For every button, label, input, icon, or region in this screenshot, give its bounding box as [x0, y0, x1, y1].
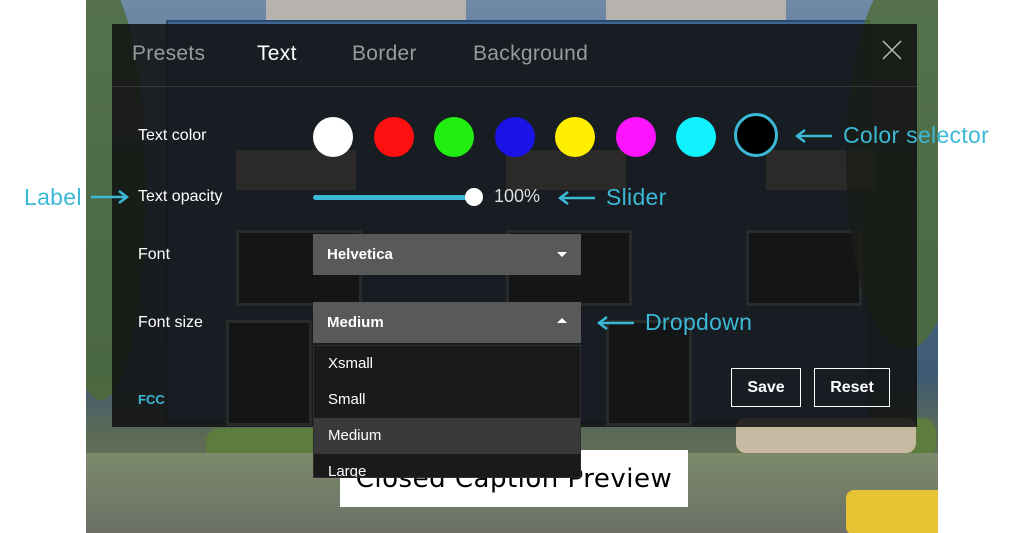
caption-settings-panel: Presets Text Border Background Text colo…: [112, 24, 917, 478]
dropdown-option-large[interactable]: Large: [314, 454, 580, 477]
font-select[interactable]: Helvetica: [313, 234, 581, 275]
color-swatch-cyan[interactable]: [676, 117, 716, 157]
annotation-dropdown: Dropdown: [645, 309, 753, 335]
color-swatch-green[interactable]: [434, 117, 474, 157]
color-swatch-blue[interactable]: [495, 117, 535, 157]
color-swatch-black[interactable]: [734, 113, 778, 157]
font-size-label: Font size: [138, 314, 203, 331]
annotation-label: Label: [24, 184, 82, 210]
opacity-value: 100%: [494, 186, 541, 206]
arrow-left-icon: [596, 316, 634, 330]
tab-text[interactable]: Text: [257, 42, 297, 66]
font-select-value: Helvetica: [327, 246, 393, 263]
opacity-slider-track[interactable]: [313, 195, 473, 200]
text-opacity-label: Text opacity: [138, 188, 223, 205]
font-size-dropdown-list: Xsmall Small Medium Large: [313, 345, 581, 478]
arrow-right-icon: [91, 190, 130, 204]
reset-button[interactable]: Reset: [814, 368, 890, 407]
fcc-link[interactable]: FCC: [138, 392, 165, 407]
color-swatch-red[interactable]: [374, 117, 414, 157]
dropdown-option-small[interactable]: Small: [314, 382, 580, 418]
annotation-slider: Slider: [606, 184, 667, 210]
chevron-up-icon: [557, 318, 567, 323]
chevron-down-icon: [557, 252, 567, 257]
annotation-color-selector: Color selector: [843, 122, 990, 148]
arrow-left-icon: [557, 191, 595, 205]
tab-presets[interactable]: Presets: [132, 42, 205, 66]
font-size-select-value: Medium: [327, 314, 384, 331]
save-button[interactable]: Save: [731, 368, 801, 407]
color-swatch-yellow[interactable]: [555, 117, 595, 157]
color-swatch-white[interactable]: [313, 117, 353, 157]
arrow-left-icon: [794, 129, 832, 143]
close-icon[interactable]: [881, 39, 903, 61]
opacity-slider-handle[interactable]: [465, 188, 483, 206]
color-swatch-magenta[interactable]: [616, 117, 656, 157]
dropdown-option-xsmall[interactable]: Xsmall: [314, 346, 580, 382]
tab-background[interactable]: Background: [473, 42, 588, 66]
dropdown-option-medium[interactable]: Medium: [314, 418, 580, 454]
font-size-select[interactable]: Medium: [313, 302, 581, 343]
text-color-label: Text color: [138, 127, 207, 144]
font-label: Font: [138, 246, 171, 263]
tab-bar: Presets Text Border Background: [112, 24, 917, 87]
tab-border[interactable]: Border: [352, 42, 417, 66]
